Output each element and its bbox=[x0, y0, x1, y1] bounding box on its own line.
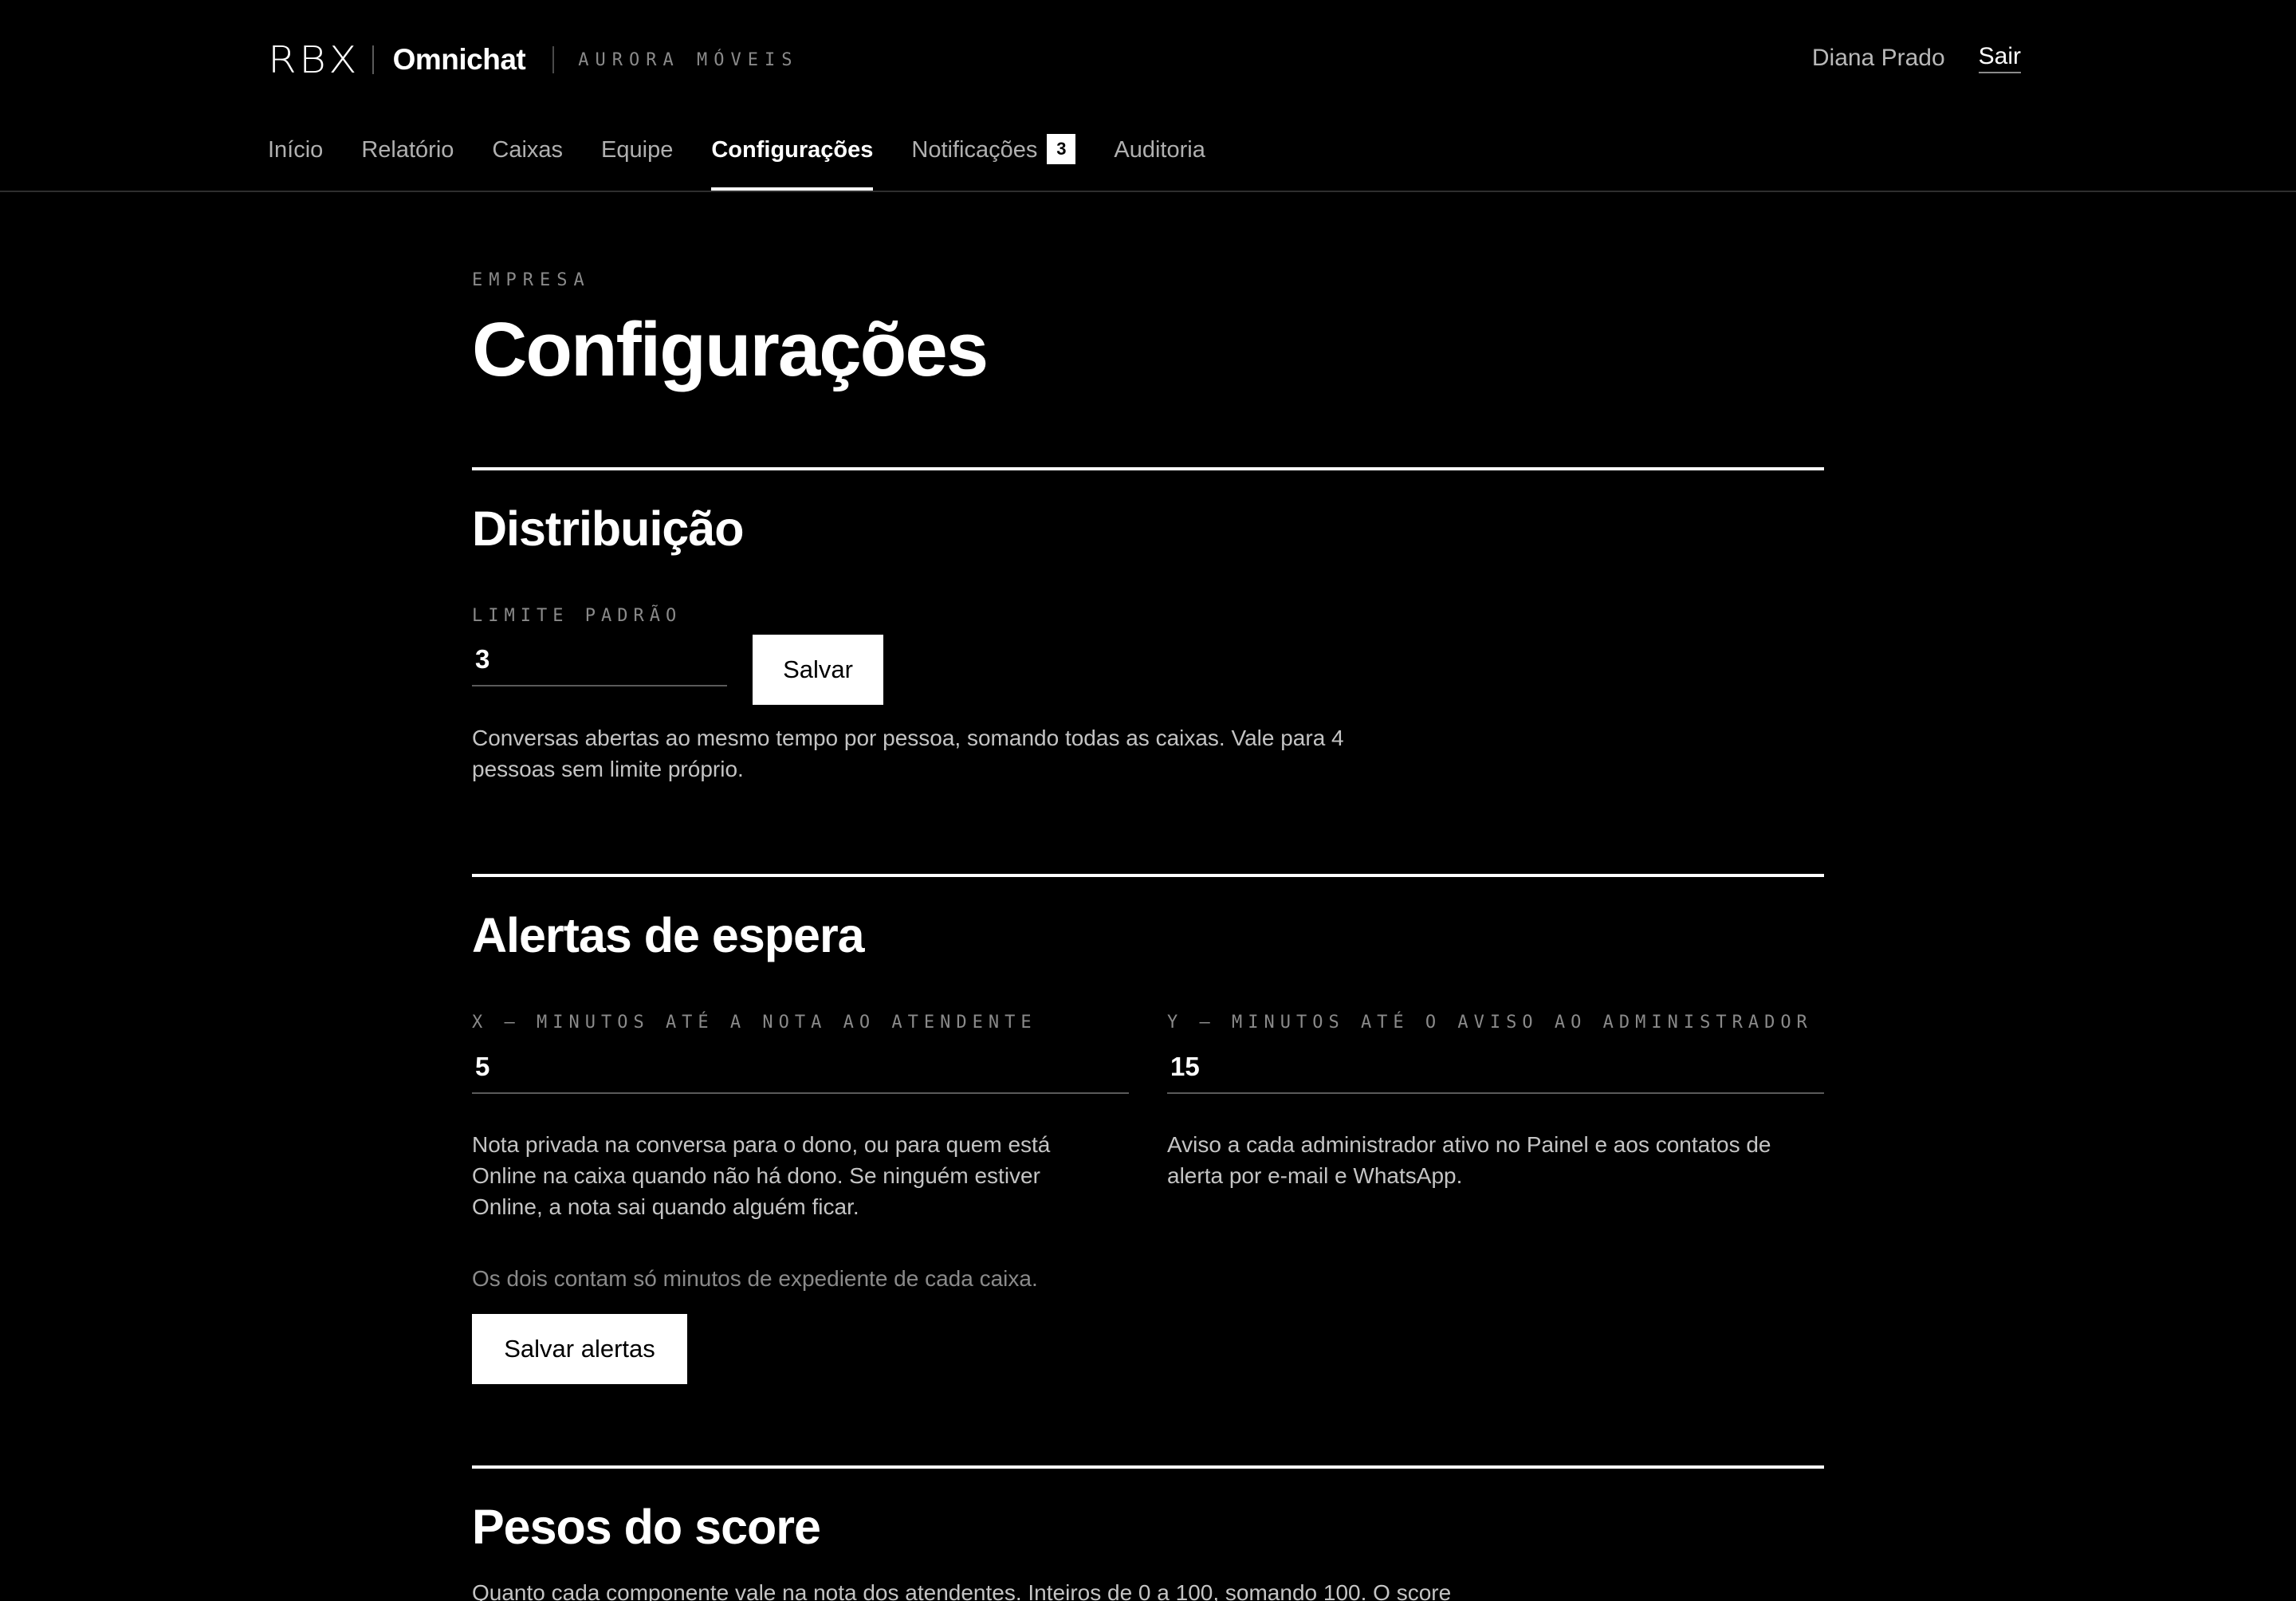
user-area: Diana Prado Sair bbox=[1812, 43, 2021, 73]
business-hours-note: Os dois contam só minutos de expediente … bbox=[472, 1266, 1038, 1291]
rbx-logo[interactable]: RBX bbox=[268, 41, 360, 78]
nav-item-label: Notificações bbox=[911, 137, 1038, 163]
page-title: Configurações bbox=[472, 307, 989, 392]
brand: RBX Omnichat AURORA MÓVEIS bbox=[268, 40, 798, 80]
logout-link[interactable]: Sair bbox=[1978, 43, 2021, 73]
distribution-section: Distribuição LIMITE PADRÃO Salvar Conver… bbox=[472, 467, 1824, 874]
score-weights-section: Pesos do score Quanto cada componente va… bbox=[472, 1465, 1824, 1601]
user-name: Diana Prado bbox=[1811, 45, 1945, 71]
default-limit-input[interactable] bbox=[472, 634, 727, 686]
section-title: Alertas de espera bbox=[472, 908, 865, 962]
nav-item-inicio[interactable]: Início bbox=[268, 137, 323, 191]
nav-item-label: Auditoria bbox=[1114, 137, 1205, 163]
page-eyebrow: EMPRESA bbox=[472, 270, 591, 290]
section-title: Distribuição bbox=[472, 502, 745, 556]
default-limit-help: Conversas abertas ao mesmo tempo por pes… bbox=[472, 726, 1344, 782]
brand-divider bbox=[552, 46, 555, 73]
nav-item-equipe[interactable]: Equipe bbox=[601, 137, 673, 191]
brand-divider bbox=[372, 45, 374, 74]
y-minutes-label: Y — MINUTOS ATÉ O AVISO AO ADMINISTRADOR bbox=[1167, 1013, 1813, 1033]
y-minutes-input[interactable] bbox=[1167, 1041, 1824, 1094]
nav-item-label: Início bbox=[268, 137, 324, 163]
nav-item-label: Relatório bbox=[361, 137, 454, 163]
product-name: Omnichat bbox=[392, 43, 526, 76]
x-minutes-input[interactable] bbox=[472, 1041, 1129, 1094]
y-minutes-help: Aviso a cada administrador ativo no Pain… bbox=[1167, 1132, 1771, 1189]
nav-item-label: Caixas bbox=[492, 137, 564, 163]
wait-alerts-section: Alertas de espera X — MINUTOS ATÉ A NOTA… bbox=[472, 874, 1824, 1468]
x-minutes-help: Nota privada na conversa para o dono, ou… bbox=[472, 1132, 1051, 1220]
main-nav: Início Relatório Caixas Equipe Configura… bbox=[268, 134, 1205, 191]
save-alerts-button[interactable]: Salvar alertas bbox=[472, 1314, 687, 1384]
nav-item-relatorio[interactable]: Relatório bbox=[361, 137, 454, 191]
default-limit-label: LIMITE PADRÃO bbox=[472, 606, 682, 626]
nav-item-notificacoes[interactable]: Notificações 3 bbox=[911, 134, 1076, 191]
nav-item-label: Equipe bbox=[601, 137, 674, 163]
notification-count-badge: 3 bbox=[1047, 134, 1076, 164]
nav-item-caixas[interactable]: Caixas bbox=[492, 137, 563, 191]
save-limit-button[interactable]: Salvar bbox=[753, 635, 883, 705]
x-minutes-label: X — MINUTOS ATÉ A NOTA AO ATENDENTE bbox=[472, 1013, 1037, 1033]
nav-item-configuracoes[interactable]: Configurações bbox=[711, 137, 874, 191]
section-title: Pesos do score bbox=[472, 1500, 821, 1554]
nav-item-auditoria[interactable]: Auditoria bbox=[1114, 137, 1205, 191]
score-weights-help: Quanto cada componente vale na nota dos … bbox=[472, 1580, 1452, 1601]
top-bar: RBX Omnichat AURORA MÓVEIS Diana Prado S… bbox=[0, 0, 2296, 192]
company-name: AURORA MÓVEIS bbox=[578, 49, 799, 70]
nav-item-label: Configurações bbox=[711, 137, 874, 163]
